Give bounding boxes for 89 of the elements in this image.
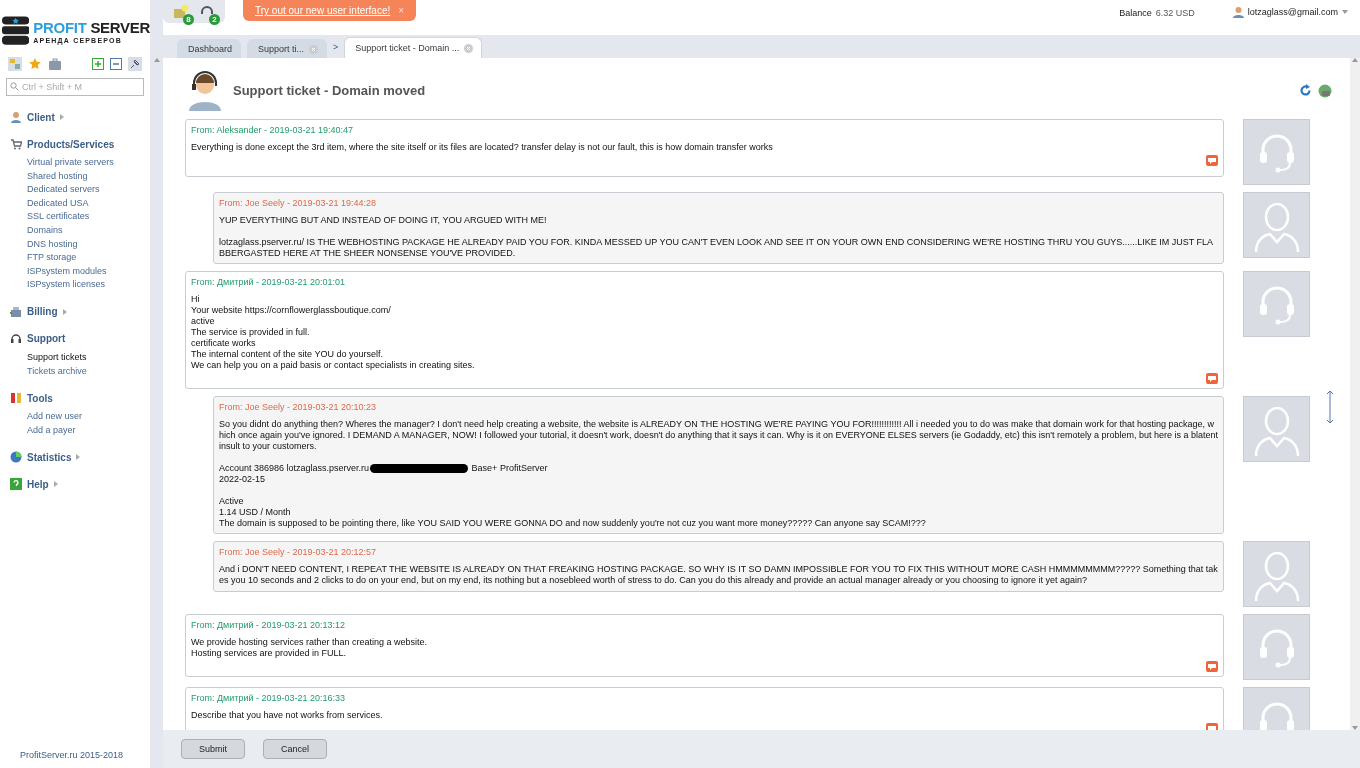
reply-icon[interactable]: [1206, 155, 1218, 166]
message-sender: From: Дмитрий - 2019-03-21 20:01:01: [191, 277, 347, 287]
search-icon: [10, 82, 19, 91]
menu-item[interactable]: Add new user: [27, 410, 150, 424]
menu-group-header[interactable]: Statistics: [10, 450, 150, 465]
menu-item[interactable]: FTP storage: [27, 251, 150, 265]
collapse-icon[interactable]: [110, 58, 122, 70]
form-button[interactable]: Submit: [181, 739, 245, 759]
cart-icon: [10, 138, 22, 150]
menu-group-header[interactable]: Tools: [10, 391, 150, 406]
breadcrumb-separator: >: [333, 41, 339, 52]
star-icon[interactable]: [28, 57, 42, 71]
user-icon: [1232, 6, 1244, 18]
pin-icon[interactable]: [128, 57, 142, 71]
person-icon: [10, 111, 22, 123]
search-field[interactable]: Ctrl + Shift + M: [6, 78, 144, 96]
balance-label: Balance: [1119, 8, 1152, 18]
message-text: And i DON'T NEED CONTENT, I REPEAT THE WEBSITE IS ALREADY ON THAT FREAKING HOSTING PACKAGE. SO WHY IS IT SO DAMN IMPOSSIBLE FOR YOU TO FIX THIS WITHOUT MORE CASH HMMMMMMMM????? Something that takes you 10 seconds and 2 clicks to do on your end, but on my end, its nothing but a nosebleed worth of stress to do. Can you do this already and provide an actual manager already or you choosing to ignore it yet again?: [219, 564, 1218, 586]
count-badge: 8: [183, 14, 194, 25]
menu-group-header[interactable]: Help: [10, 477, 150, 492]
support-avatar: [1243, 271, 1310, 337]
message-text: lotzaglass.pserver.ru/ IS THE WEBHOSTING PACKAGE HE ALREADY PAID YOU FOR. KINDA MESSED UP YOU CAN'T EVEN LOOK AND SEE IT ON YOUR OWN END CONSIDERING WE'RE HOSTING THRU YOU GUYS......LIKE IM JUST FLABBERGASTED HERE AT THE SHEER NONSENSE YOU'VE PROVIDED.: [219, 237, 1214, 259]
menu-item[interactable]: ISPsystem modules: [27, 264, 150, 279]
expand-icon[interactable]: [92, 58, 104, 70]
message-sender: From: Joe Seely - 2019-03-21 19:44:28: [219, 198, 378, 208]
message-text: So you didnt do anything then? Wheres the manager? I don't need help creating a website, the website is ALREADY ON THE HOSTING WE'RE PAYING YOU FOR!!!!!!!!!!!! All i needed you to do was make that domain work for that hosting package, which once again you've ignored. I DEMAND A MANAGER, NOW! I followed your tutorial, it doesn't work, doesn't do anything that it says it can. Why is it on EVERYONE ELSES servers (ie Godaddy, etc) this isn't remotely a problem, but here is a blatent insult to your customers.: [219, 419, 1218, 452]
form-button[interactable]: Cancel: [263, 739, 327, 759]
message-text: Everything is done except the 3rd item, where the site itself or its files are located? transfer delay is not our fault, this is how domain transfer works: [191, 142, 774, 153]
scroll-up-icon[interactable]: [1352, 58, 1358, 62]
expand-arrow-icon: [76, 454, 81, 461]
menu-item[interactable]: ISPsystem licenses: [27, 278, 150, 292]
headset-icon: [10, 332, 22, 345]
user-avatar: [1243, 541, 1310, 607]
page-title: Support ticket - Domain moved: [233, 83, 426, 98]
reply-icon[interactable]: [1206, 373, 1218, 384]
support-agent-icon: [187, 70, 223, 111]
menu-item[interactable]: Domains: [27, 223, 150, 238]
cash-register-icon: [10, 305, 22, 318]
menu-group-header[interactable]: Support: [10, 331, 150, 346]
tools-icon: [10, 392, 22, 405]
briefcase-icon[interactable]: [48, 57, 62, 71]
message-sender: From: Дмитрий - 2019-03-21 20:16:33: [191, 693, 347, 703]
support-avatar: [1243, 614, 1310, 680]
layout-icon[interactable]: [8, 57, 22, 71]
message-sender: From: Дмитрий - 2019-03-21 20:13:12: [191, 620, 347, 630]
message-sender: From: Joe Seely - 2019-03-21 20:12:57: [219, 547, 378, 557]
expand-arrow-icon: [59, 114, 64, 120]
tab[interactable]: Dashboard: [177, 39, 242, 58]
scroll-up-icon[interactable]: [153, 58, 160, 62]
expand-arrow-icon: [53, 481, 58, 488]
user-menu[interactable]: lotzaglass@gmail.com: [1212, 0, 1360, 18]
message-text: Active 1.14 USD / Month The domain is supposed to be pointing there, like YOU SAID YOU WERE GONNA DO and now suddenly you're not cuz you want more money????? Can anyone say SCAM!???: [219, 496, 927, 529]
menu-item[interactable]: DNS hosting: [27, 237, 150, 252]
logo-text: PROFIT SERVER: [33, 18, 150, 37]
message-text: Hi Your website https://cornflowerglassboutique.com/ active The service is provided in full. certificate works The internal content of the site YOU do yourself. We can help you on a paid basis or contact specialists in creating sites.: [191, 294, 476, 371]
logo-icon: [2, 15, 30, 47]
message-text: YUP EVERYTHING BUT AND INSTEAD OF DOING IT, YOU ARGUED WITH ME!: [219, 215, 548, 226]
menu-item[interactable]: Dedicated servers: [27, 183, 150, 197]
balance-amount: 6.32 USD: [1155, 8, 1195, 18]
menu-item[interactable]: Virtual private servers: [27, 156, 150, 170]
message-text: Describe that you have not works from services.: [191, 710, 384, 721]
tab[interactable]: Support ti...: [247, 39, 328, 58]
message-text: We provide hosting services rather than creating a website. Hosting services are provided in FULL.: [191, 637, 428, 659]
scroll-arrows-icon[interactable]: [1326, 390, 1334, 424]
user-avatar: [1243, 192, 1310, 258]
menu-group-header[interactable]: Client: [10, 110, 150, 124]
message-text: Account 386986 lotzaglass.pserver.ru Base+ ProfitServer 2022-02-15: [219, 463, 549, 485]
reply-icon[interactable]: [1206, 661, 1218, 672]
menu-item[interactable]: SSL certificates: [27, 210, 150, 224]
menu-group-header[interactable]: Products/Services: [10, 137, 150, 151]
dropdown-caret-icon: [1342, 10, 1348, 14]
tab[interactable]: Support ticket - Domain ...: [344, 37, 483, 58]
support-avatar: [1243, 119, 1310, 185]
copyright-text: ProfitServer.ru 2015-2018: [19, 750, 125, 762]
user-avatar: [1243, 396, 1310, 462]
refresh-icon[interactable]: [1299, 83, 1312, 97]
count-badge: 2: [209, 14, 220, 25]
menu-item[interactable]: Dedicated USA: [27, 196, 150, 211]
globe-icon[interactable]: [1318, 83, 1332, 98]
message-sender: From: Aleksander - 2019-03-21 19:40:47: [191, 125, 355, 135]
expand-arrow-icon: [62, 308, 67, 315]
menu-group-header[interactable]: Billing: [10, 304, 150, 319]
menu-item[interactable]: Shared hosting: [27, 169, 150, 184]
help-icon: [10, 478, 22, 491]
menu-item[interactable]: Support tickets: [27, 350, 150, 365]
pie-chart-icon: [10, 451, 22, 464]
menu-item[interactable]: Tickets archive: [27, 364, 150, 379]
menu-item[interactable]: Add a payer: [27, 423, 150, 438]
message-sender: From: Joe Seely - 2019-03-21 20:10:23: [219, 402, 378, 412]
